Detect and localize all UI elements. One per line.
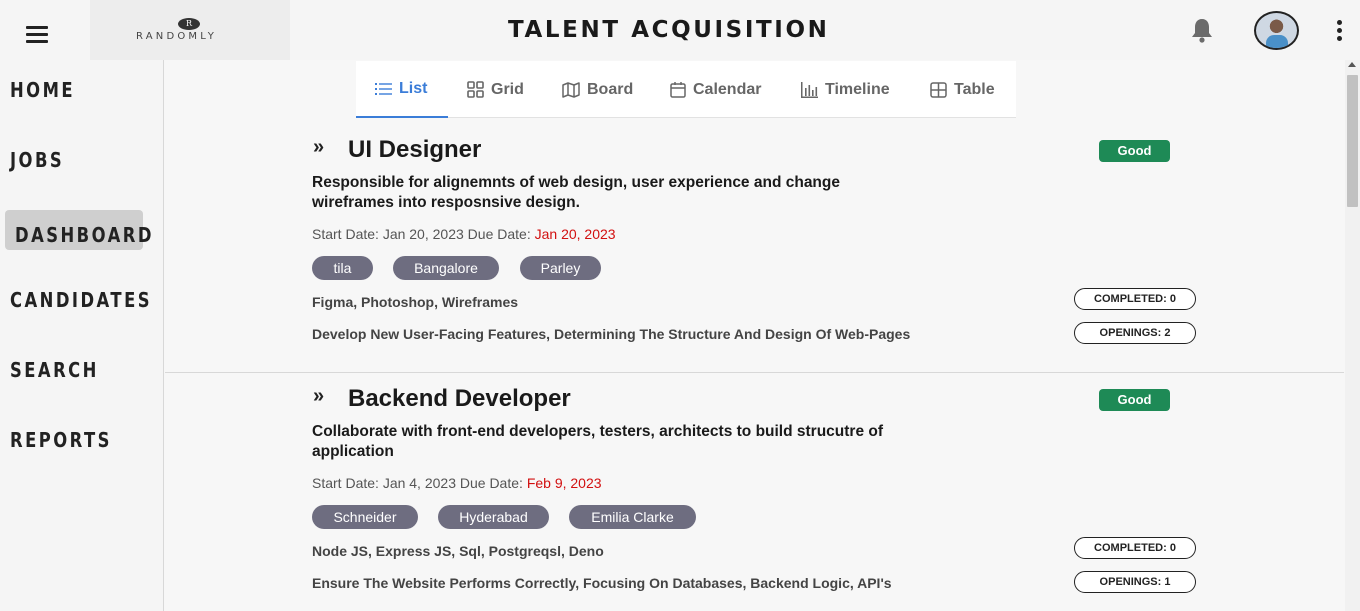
tag-chip[interactable]: Hyderabad xyxy=(438,505,549,529)
job-dates: Start Date: Jan 4, 2023 Due Date: Feb 9,… xyxy=(312,475,602,491)
scroll-up-arrow-icon[interactable] xyxy=(1348,62,1356,67)
due-date-label: Due Date: xyxy=(459,475,523,491)
completed-count: COMPLETED: 0 xyxy=(1074,288,1196,310)
brand-logo: RANDOMLY xyxy=(136,31,218,42)
sidebar-item-search[interactable]: SEARCH xyxy=(10,358,99,382)
chevron-right-icon[interactable]: » xyxy=(313,136,324,159)
scrollbar[interactable] xyxy=(1345,60,1360,611)
top-bar: R RANDOMLY TALENT ACQUISITION xyxy=(0,0,1360,60)
start-date-label: Start Date: xyxy=(312,475,379,491)
job-skills: Figma, Photoshop, Wireframes xyxy=(312,294,519,310)
job-title: Backend Developer xyxy=(348,385,571,412)
completed-count: COMPLETED: 0 xyxy=(1074,537,1196,559)
logo-area xyxy=(90,0,290,60)
due-date: Jan 20, 2023 xyxy=(534,226,616,242)
sidebar-item-dashboard[interactable]: DASHBOARD xyxy=(15,223,154,247)
tag-chip[interactable]: Emilia Clarke xyxy=(569,505,696,529)
brand-mark: R xyxy=(178,18,200,30)
status-badge: Good xyxy=(1099,140,1170,162)
sidebar-item-jobs[interactable]: JOBS xyxy=(10,148,64,172)
sidebar-item-reports[interactable]: REPORTS xyxy=(10,428,112,452)
tag-chip[interactable]: tila xyxy=(312,256,373,280)
scroll-thumb[interactable] xyxy=(1347,75,1358,207)
main-content: List Grid Board Calendar Timeline Table … xyxy=(165,60,1345,611)
openings-count: OPENINGS: 1 xyxy=(1074,571,1196,593)
job-description: Responsible for alignemnts of web design… xyxy=(312,174,840,211)
bell-icon[interactable] xyxy=(1190,17,1214,43)
sidebar: HOME JOBS DASHBOARD CANDIDATES SEARCH RE… xyxy=(0,60,164,611)
start-date: Jan 20, 2023 xyxy=(382,226,464,242)
job-card[interactable]: » Backend Developer Good Collaborate wit… xyxy=(165,309,1344,611)
job-responsibilities: Ensure The Website Performs Correctly, F… xyxy=(312,575,892,591)
status-badge: Good xyxy=(1099,389,1170,411)
sidebar-item-home[interactable]: HOME xyxy=(10,78,75,102)
page-title: TALENT ACQUISITION xyxy=(508,17,830,43)
hamburger-icon[interactable] xyxy=(26,26,48,43)
job-dates: Start Date: Jan 20, 2023 Due Date: Jan 2… xyxy=(312,226,616,242)
due-date: Feb 9, 2023 xyxy=(526,475,602,491)
due-date-label: Due Date: xyxy=(467,226,531,242)
tag-chip[interactable]: Schneider xyxy=(312,505,418,529)
kebab-icon[interactable] xyxy=(1337,20,1345,42)
job-skills: Node JS, Express JS, Sql, Postgreqsl, De… xyxy=(312,543,604,559)
chevron-right-icon[interactable]: » xyxy=(313,385,324,408)
tag-chip[interactable]: Bangalore xyxy=(393,256,499,280)
start-date-label: Start Date: xyxy=(312,226,379,242)
avatar[interactable] xyxy=(1254,11,1299,50)
job-title: UI Designer xyxy=(348,136,482,163)
tag-chip[interactable]: Parley xyxy=(520,256,601,280)
sidebar-item-candidates[interactable]: CANDIDATES xyxy=(10,288,152,312)
start-date: Jan 4, 2023 xyxy=(382,475,456,491)
job-description: Collaborate with front-end developers, t… xyxy=(312,423,884,460)
